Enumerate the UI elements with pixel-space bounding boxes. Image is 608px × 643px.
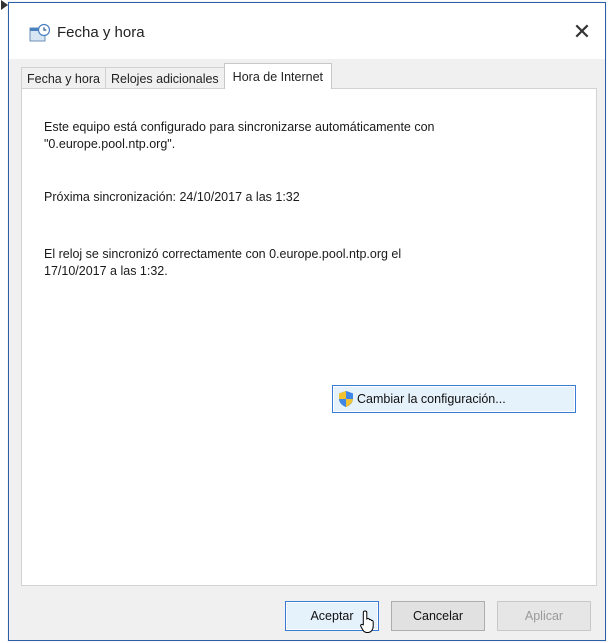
title-bar: Fecha y hora ✕	[9, 3, 605, 59]
close-button[interactable]: ✕	[567, 17, 597, 47]
last-sync-text: El reloj se sincronizó correctamente con…	[44, 247, 402, 278]
mouse-pointer-icon	[360, 610, 374, 633]
tab-strip: Fecha y hora Relojes adicionales Hora de…	[21, 63, 333, 89]
internet-time-panel: Este equipo está configurado para sincro…	[21, 88, 597, 586]
clock-calendar-icon	[29, 23, 51, 42]
sync-configured-text: Este equipo está configurado para sincro…	[44, 120, 435, 151]
change-settings-button[interactable]: Cambiar la configuración...	[332, 385, 576, 413]
cancel-button[interactable]: Cancelar	[391, 601, 485, 631]
window-title: Fecha y hora	[57, 24, 145, 41]
tab-hora-de-internet[interactable]: Hora de Internet	[223, 63, 333, 89]
apply-button: Aplicar	[497, 601, 591, 631]
uac-shield-icon	[339, 391, 353, 407]
tab-relojes-adicionales[interactable]: Relojes adicionales	[104, 67, 225, 89]
date-time-dialog: Fecha y hora ✕ Fecha y hora Relojes adic…	[8, 2, 606, 641]
change-settings-label: Cambiar la configuración...	[357, 392, 506, 406]
tab-fecha-y-hora[interactable]: Fecha y hora	[21, 67, 106, 89]
dialog-footer: Aceptar Cancelar Aplicar	[9, 589, 605, 641]
next-sync-text: Próxima sincronización: 24/10/2017 a las…	[44, 190, 300, 204]
close-icon: ✕	[572, 19, 592, 44]
